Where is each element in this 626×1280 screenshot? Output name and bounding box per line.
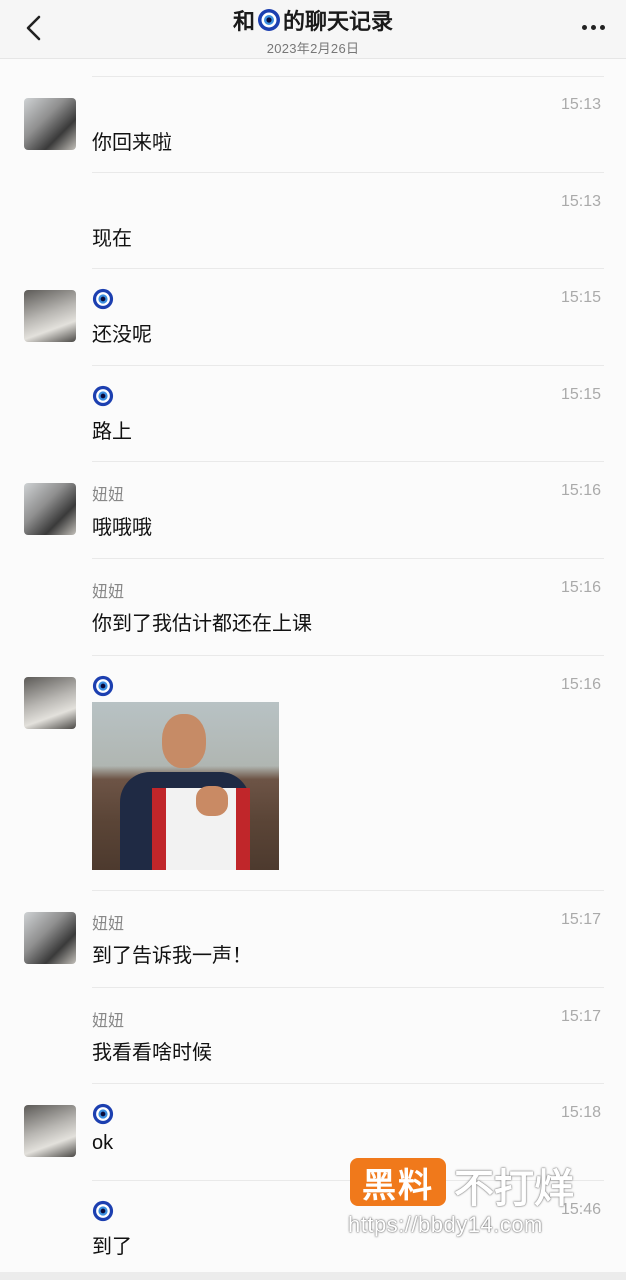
watermark-text: 不打烊 <box>454 1167 574 1211</box>
message-text: 你到了我估计都还在上课 <box>92 613 312 635</box>
sender-name <box>92 1200 114 1222</box>
message-text: 路上 <box>92 421 132 443</box>
sender-name <box>92 288 114 310</box>
message-text: 还没呢 <box>92 324 152 346</box>
list-item: 妞妞 15:17 到了告诉我一声！ <box>0 890 626 987</box>
divider <box>92 461 604 462</box>
message-time: 15:16 <box>560 676 601 693</box>
message-text: 到了告诉我一声！ <box>92 945 252 967</box>
divider <box>92 890 604 891</box>
header-title-block: 和 的聊天记录 2023年2月26日 <box>0 4 626 57</box>
divider <box>92 1083 604 1084</box>
nazar-eye-icon <box>92 288 114 310</box>
list-item: 妞妞 15:16 哦哦哦 <box>0 461 626 557</box>
message-text: 现在 <box>92 228 132 250</box>
sticker-image[interactable] <box>92 702 279 870</box>
avatar[interactable] <box>24 483 76 535</box>
sender-name: 妞妞 <box>92 584 125 601</box>
avatar[interactable] <box>24 290 76 342</box>
nazar-eye-icon <box>92 1103 114 1125</box>
bottom-edge <box>0 1272 626 1280</box>
list-item: 15:13 现在 <box>0 172 626 268</box>
sticker-figure-head <box>162 714 206 768</box>
divider <box>92 172 604 173</box>
message-time: 15:17 <box>560 911 601 928</box>
page-title: 和 的聊天记录 <box>233 4 393 36</box>
title-prefix: 和 <box>232 9 255 34</box>
divider <box>92 558 604 559</box>
message-time: 15:13 <box>560 96 601 113</box>
list-item: 15:16 <box>0 655 626 890</box>
divider <box>92 268 604 269</box>
avatar[interactable] <box>24 912 76 964</box>
list-item: 妞妞 15:16 你到了我估计都还在上课 <box>0 558 626 654</box>
watermark-logo: 黑料 <box>350 1158 446 1206</box>
message-time: 15:13 <box>560 193 601 210</box>
divider <box>92 655 604 656</box>
sender-name: 妞妞 <box>92 1013 125 1030</box>
message-time: 15:16 <box>560 482 601 499</box>
message-time: 15:16 <box>560 579 601 596</box>
avatar[interactable] <box>24 98 76 150</box>
more-button[interactable] <box>578 14 608 40</box>
avatar[interactable] <box>24 1105 76 1157</box>
message-time: 15:15 <box>560 289 601 306</box>
divider <box>92 365 604 366</box>
more-dots-icon <box>599 24 605 30</box>
message-text: ok <box>92 1132 114 1154</box>
divider <box>92 76 604 77</box>
more-dots-icon <box>590 24 596 30</box>
message-list[interactable]: 15:13 你回来啦 15:13 现在 15:15 还没呢 15:15 路上 妞… <box>0 58 626 1280</box>
message-time: 15:18 <box>560 1104 601 1121</box>
watermark-url: https://bbdy14.com <box>348 1212 543 1237</box>
message-text: 我看看啥时候 <box>92 1042 212 1064</box>
list-item: 15:15 还没呢 <box>0 268 626 364</box>
chat-history-header: 和 的聊天记录 2023年2月26日 <box>0 0 626 59</box>
sender-name: 妞妞 <box>92 916 125 933</box>
nazar-eye-icon <box>92 1200 114 1222</box>
nazar-eye-icon <box>92 385 114 407</box>
sender-name <box>92 385 114 407</box>
more-dots-icon <box>581 24 587 30</box>
message-text: 哦哦哦 <box>92 517 152 539</box>
chat-date: 2023年2月26日 <box>266 41 360 56</box>
message-time: 15:15 <box>560 386 601 403</box>
nazar-eye-icon <box>257 8 281 32</box>
list-item: 15:13 你回来啦 <box>0 76 626 172</box>
nazar-eye-icon <box>92 675 114 697</box>
message-text: 你回来啦 <box>92 132 172 154</box>
message-time: 15:17 <box>560 1008 601 1025</box>
message-text: 到了 <box>92 1236 132 1258</box>
sender-name <box>92 1103 114 1125</box>
list-item: 妞妞 15:17 我看看啥时候 <box>0 987 626 1083</box>
title-suffix: 的聊天记录 <box>283 9 394 34</box>
sender-name: 妞妞 <box>92 487 125 504</box>
divider <box>92 987 604 988</box>
list-item: 15:15 路上 <box>0 365 626 461</box>
sticker-figure-hands <box>196 786 228 816</box>
avatar[interactable] <box>24 677 76 729</box>
sender-name <box>92 675 114 697</box>
